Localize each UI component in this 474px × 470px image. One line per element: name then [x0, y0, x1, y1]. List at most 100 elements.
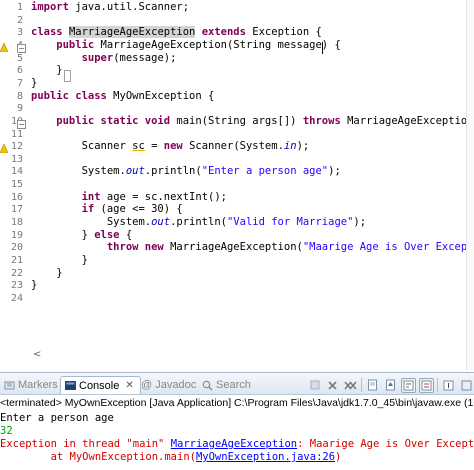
code-line[interactable]: public static void main(String args[]) t…: [31, 115, 474, 128]
code-token: out: [151, 216, 171, 229]
code-token: in: [283, 140, 297, 153]
code-line[interactable]: System.out.println("Valid for Marriage")…: [31, 216, 366, 229]
fold-toggle-icon[interactable]: −: [17, 120, 26, 129]
annotation-ruler: [0, 0, 8, 370]
line-number: 15: [10, 179, 23, 191]
code-line[interactable]: System.out.println("Enter a person age")…: [31, 165, 341, 178]
pin-console-icon[interactable]: [441, 378, 456, 393]
warning-icon[interactable]: [0, 144, 8, 153]
code-line[interactable]: public class MyOwnException {: [31, 90, 214, 103]
console-toolbar: [304, 376, 474, 394]
terminate-icon[interactable]: [307, 378, 322, 393]
line-number: 3: [16, 27, 23, 39]
tab-markers-label: Markers: [18, 379, 58, 391]
code-line[interactable]: }: [31, 77, 37, 90]
line-number: 21: [10, 255, 23, 266]
code-token: "Valid for Marriage": [226, 216, 354, 229]
remove-launch-icon[interactable]: [325, 378, 340, 393]
console-icon: [65, 381, 76, 390]
code-token: "Enter a person age": [201, 165, 329, 178]
line-number: 2: [16, 14, 23, 26]
code-line[interactable]: super(message);: [31, 52, 177, 65]
code-text-area[interactable]: import java.util.Scanner; class MarriageA…: [27, 0, 474, 370]
code-token: sc: [132, 140, 145, 153]
line-number: 14: [10, 166, 23, 178]
tab-search-label: Search: [216, 379, 251, 391]
code-token: =: [144, 140, 164, 153]
tab-javadoc[interactable]: @ Javadoc: [141, 376, 196, 394]
line-number: 18: [10, 217, 23, 229]
code-token: .println(: [170, 216, 227, 229]
tab-markers[interactable]: Markers: [4, 376, 58, 394]
console-output-line: Enter a person age: [0, 412, 114, 424]
vertical-scrollbar[interactable]: [466, 0, 474, 370]
tab-console[interactable]: Console ✕: [60, 376, 141, 394]
code-token: int: [31, 190, 101, 203]
horizontal-scroll-indicator[interactable]: <: [33, 349, 41, 360]
stacktrace-source-link[interactable]: MyOwnException.java:26: [196, 451, 335, 463]
code-line[interactable]: int age = sc.nextInt();: [31, 191, 227, 204]
console-stacktrace-line: at MyOwnException.main(MyOwnException.ja…: [0, 451, 342, 464]
show-console-on-output-icon[interactable]: [419, 377, 434, 393]
code-editor[interactable]: 123456789101112131415161718192021222324 …: [0, 0, 474, 370]
code-token: if: [31, 203, 95, 216]
line-number: 12: [10, 141, 23, 153]
code-line[interactable]: } else {: [31, 228, 133, 242]
line-number: 23: [10, 280, 23, 292]
code-token: }: [31, 254, 88, 266]
close-icon[interactable]: ✕: [125, 378, 133, 394]
text-cursor: [322, 42, 323, 54]
tab-console-label: Console: [79, 379, 120, 392]
markers-icon: [4, 381, 15, 389]
code-line[interactable]: if (age <= 30) {: [31, 203, 183, 216]
tab-search[interactable]: Search: [202, 376, 251, 394]
code-token: MarriageAgeException: [68, 26, 196, 39]
code-line[interactable]: Scanner sc = new Scanner(System.in);: [31, 140, 310, 153]
line-number: 20: [10, 242, 23, 254]
code-token: (age <= 30) {: [94, 203, 183, 216]
code-token: }: [31, 279, 38, 292]
code-line[interactable]: throw new MarriageAgeException("Maarige …: [31, 241, 474, 254]
code-line[interactable]: class MarriageAgeException extends Excep…: [31, 26, 322, 39]
display-selected-console-icon[interactable]: [459, 378, 474, 393]
code-token: System.: [31, 216, 152, 229]
code-line[interactable]: }: [31, 254, 88, 267]
line-number: 13: [10, 153, 23, 165]
code-line[interactable]: public MarriageAgeException(String messa…: [31, 38, 340, 52]
remove-all-terminated-icon[interactable]: [343, 378, 358, 393]
line-number-gutter: 123456789101112131415161718192021222324: [8, 0, 24, 370]
clear-console-icon[interactable]: [365, 378, 380, 393]
error-message: : Maarige Age is Over Exception: [297, 438, 474, 450]
fold-toggle-icon[interactable]: −: [17, 44, 26, 53]
code-token: "Maarige Age is Over Exception": [302, 241, 474, 254]
line-number: 11: [10, 128, 23, 140]
code-token: public static void: [31, 114, 171, 127]
search-icon: [202, 380, 213, 391]
code-token: }: [31, 228, 95, 241]
scroll-lock-icon[interactable]: [383, 378, 398, 393]
code-token: {: [119, 228, 133, 241]
code-token: }: [31, 64, 63, 77]
code-token: MarriageAgeException {: [340, 114, 474, 127]
word-wrap-icon[interactable]: [401, 377, 416, 393]
code-line[interactable]: }: [31, 279, 37, 292]
code-token: age = sc.nextInt();: [100, 190, 227, 203]
code-line[interactable]: }: [31, 267, 62, 280]
matching-bracket-highlight: [64, 70, 71, 82]
code-token: new: [163, 140, 183, 153]
line-number: 19: [10, 229, 23, 241]
code-token: }: [31, 76, 38, 89]
console-panel: Markers Console ✕ @ Javadoc Search <term…: [0, 372, 474, 470]
exception-class-link[interactable]: MarriageAgeException: [171, 438, 297, 450]
panel-tab-bar: Markers Console ✕ @ Javadoc Search: [0, 373, 474, 395]
code-line[interactable]: import java.util.Scanner;: [31, 1, 189, 14]
warning-icon[interactable]: [0, 43, 8, 52]
code-token: out: [125, 165, 145, 178]
code-token: Scanner(System.: [182, 140, 284, 153]
code-token: java.util.Scanner;: [68, 1, 190, 13]
stacktrace-suffix: ): [335, 451, 342, 463]
code-token: MarriageAgeException(: [163, 241, 303, 254]
code-line[interactable]: }: [31, 64, 63, 77]
code-token: public: [31, 38, 101, 51]
code-token: throws: [302, 114, 341, 127]
